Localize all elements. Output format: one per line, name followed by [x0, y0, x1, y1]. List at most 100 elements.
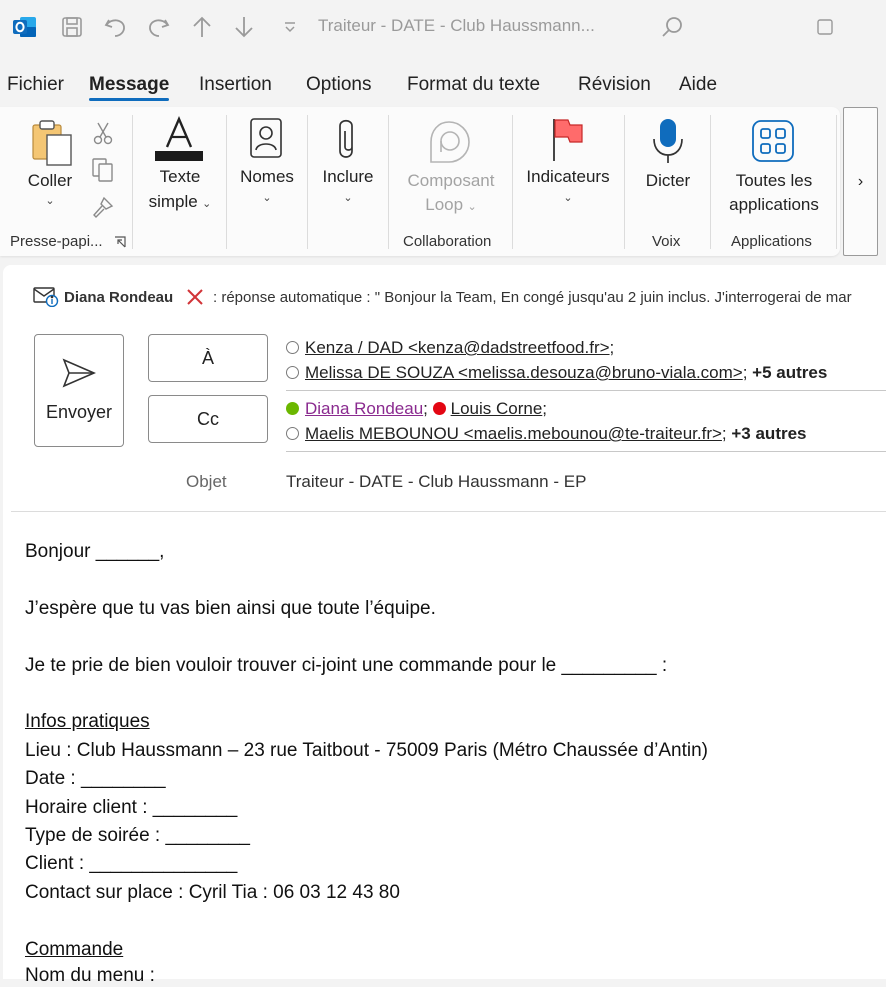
simple-text-button[interactable]: Texte simple ⌄ [140, 167, 220, 212]
active-tab-indicator [89, 98, 169, 101]
cc-recipient-diana[interactable]: Diana Rondeau [305, 399, 423, 418]
cc-recipient-maelis[interactable]: Maelis MEBOUNOU <maelis.mebounou@te-trai… [305, 424, 722, 443]
ribbon-more-button[interactable]: › [843, 107, 878, 256]
body-line-1: J’espère que tu vas bien ainsi que toute… [25, 598, 436, 619]
search-icon[interactable] [658, 14, 686, 40]
cc-button[interactable]: Cc [148, 395, 268, 443]
chevron-down-icon: ⌄ [262, 192, 272, 204]
text-format-icon [153, 115, 205, 168]
flag-icon [548, 117, 588, 168]
body-section-infos: Infos pratiques [25, 711, 150, 732]
ribbon: Coller ⌄ Presse-papi... Texte simple ⌄ N… [0, 107, 886, 257]
loop-component-button[interactable]: Composant Loop ⌄ [390, 171, 512, 215]
presence-unknown-icon [286, 427, 299, 440]
cut-icon[interactable] [92, 121, 114, 150]
paste-button[interactable]: Coller ⌄ [10, 171, 90, 208]
save-icon[interactable] [58, 14, 86, 40]
dictate-button[interactable]: Dicter [628, 171, 708, 191]
redo-icon[interactable] [144, 14, 172, 40]
to-label: À [201, 347, 214, 368]
address-book-icon [248, 117, 284, 164]
compose-pane: Diana Rondeau : réponse automatique : " … [3, 265, 886, 986]
tab-message[interactable]: Message [89, 74, 169, 96]
loop-label-2: Loop [425, 195, 464, 214]
maximize-icon[interactable] [811, 14, 839, 40]
cc-recipient-louis[interactable]: Louis Corne [451, 399, 543, 418]
chevron-right-icon: › [857, 172, 864, 190]
ribbon-separator [624, 115, 625, 249]
collaboration-group-label: Collaboration [403, 233, 492, 250]
to-recipient-melissa[interactable]: Melissa DE SOUZA <melissa.desouza@bruno-… [305, 363, 743, 382]
microphone-icon [650, 117, 686, 170]
body-horaire: Horaire client : ________ [25, 797, 238, 818]
to-recipient-row-2: Melissa DE SOUZA <melissa.desouza@bruno-… [286, 363, 827, 383]
presence-available-icon [286, 402, 299, 415]
to-divider [286, 390, 886, 391]
body-section-commande: Commande [25, 939, 124, 960]
tab-revision[interactable]: Révision [578, 74, 651, 96]
subject-label: Objet [186, 472, 227, 491]
chevron-down-icon: ⌄ [343, 192, 353, 204]
simple-text-label-1: Texte [159, 167, 201, 186]
ribbon-separator [512, 115, 513, 249]
tab-insertion[interactable]: Insertion [199, 74, 272, 96]
up-arrow-icon[interactable] [188, 14, 216, 40]
window-title: Traiteur - DATE - Club Haussmann... [318, 16, 595, 35]
cc-more-recipients[interactable]: +3 autres [731, 424, 806, 443]
clipboard-launcher-icon[interactable] [114, 235, 126, 253]
send-label: Envoyer [45, 402, 113, 422]
names-button[interactable]: Nomes ⌄ [230, 167, 304, 205]
to-button[interactable]: À [148, 334, 268, 382]
include-label: Inclure [322, 167, 374, 186]
chevron-down-icon: ⌄ [45, 195, 55, 207]
tab-format-du-texte[interactable]: Format du texte [407, 74, 540, 96]
title-bar: Traiteur - DATE - Club Haussmann... [0, 0, 886, 54]
undo-icon[interactable] [102, 14, 130, 40]
to-recipient-row-1: Kenza / DAD <kenza@dadstreetfood.fr>; [286, 338, 614, 358]
names-label: Nomes [240, 167, 294, 186]
cc-divider [286, 451, 886, 452]
tab-aide[interactable]: Aide [679, 74, 717, 96]
body-greeting: Bonjour ______, [25, 541, 165, 562]
tab-fichier[interactable]: Fichier [7, 74, 64, 96]
format-painter-icon[interactable] [90, 195, 116, 226]
tab-options[interactable]: Options [306, 74, 371, 96]
body-type: Type de soirée : ________ [25, 825, 251, 846]
ribbon-separator [388, 115, 389, 249]
body-date: Date : ________ [25, 768, 166, 789]
to-more-recipients[interactable]: +5 autres [752, 363, 827, 382]
chevron-down-icon: ⌄ [563, 192, 573, 204]
send-button[interactable]: Envoyer [34, 334, 124, 447]
ribbon-separator [132, 115, 133, 249]
all-apps-icon [751, 119, 795, 168]
flags-label: Indicateurs [526, 167, 610, 186]
customize-icon[interactable] [276, 14, 304, 40]
ribbon-separator [710, 115, 711, 249]
remove-recipient-icon[interactable] [185, 287, 205, 312]
cc-label: Cc [197, 408, 219, 429]
body-lieu: Lieu : Club Haussmann – 23 rue Taitbout … [25, 740, 708, 761]
flags-button[interactable]: Indicateurs ⌄ [516, 167, 620, 205]
down-arrow-icon[interactable] [230, 14, 258, 40]
subject-input[interactable]: Traiteur - DATE - Club Haussmann - EP [286, 472, 586, 492]
apps-label-2: applications [729, 195, 819, 214]
clipboard-group-label: Presse-papi... [10, 233, 103, 250]
copy-icon[interactable] [90, 157, 116, 188]
ribbon-separator [836, 115, 837, 249]
simple-text-label-2: simple [148, 192, 198, 211]
outlook-icon[interactable] [11, 14, 39, 40]
include-button[interactable]: Inclure ⌄ [310, 167, 386, 205]
body-client: Client : ______________ [25, 853, 238, 874]
body-contact: Contact sur place : Cyril Tia : 06 03 12… [25, 882, 400, 903]
body-menu-name: Nom du menu : [25, 965, 155, 986]
ribbon-separator [307, 115, 308, 249]
chevron-down-icon: ⌄ [467, 201, 477, 213]
auto-reply-sender: Diana Rondeau [64, 289, 174, 306]
ribbon-separator [226, 115, 227, 249]
applications-group-label: Applications [731, 233, 812, 250]
auto-reply-info-icon [33, 285, 59, 312]
cc-recipient-row-2: Maelis MEBOUNOU <maelis.mebounou@te-trai… [286, 424, 807, 444]
all-apps-button[interactable]: Toutes les applications [714, 171, 834, 215]
chevron-down-icon: ⌄ [202, 198, 212, 210]
to-recipient-kenza[interactable]: Kenza / DAD <kenza@dadstreetfood.fr> [305, 338, 610, 357]
